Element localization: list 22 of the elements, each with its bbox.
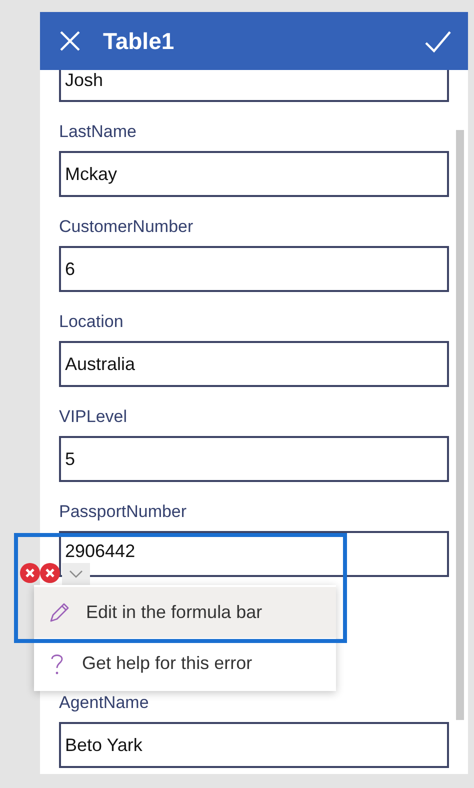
text-field[interactable]: 5 [59,436,449,482]
error-icon[interactable] [20,563,40,583]
field-label: CustomerNumber [59,216,194,238]
text-field[interactable]: Beto Yark [59,722,449,768]
field-label: Location [59,311,124,333]
field-label: AgentName [59,692,150,714]
field-label: LastName [59,121,138,143]
text-field[interactable]: Australia [59,341,449,387]
checkmark-icon[interactable] [424,29,452,53]
pencil-icon [48,602,70,624]
form-title: Table1 [103,28,176,54]
field-label: VIPLevel [59,406,128,428]
menu-item[interactable]: Get help for this error [34,638,336,689]
error-icon[interactable] [40,563,60,583]
text-field[interactable]: Josh [59,70,449,102]
text-field[interactable]: 2906442 [59,531,449,577]
text-field[interactable]: Mckay [59,151,449,197]
text-field[interactable]: 6 [59,246,449,292]
close-icon[interactable] [59,30,81,52]
chevron-icon [68,569,84,579]
field-label: PassportNumber [59,501,188,523]
menu-item[interactable]: Edit in the formula bar [34,587,336,638]
